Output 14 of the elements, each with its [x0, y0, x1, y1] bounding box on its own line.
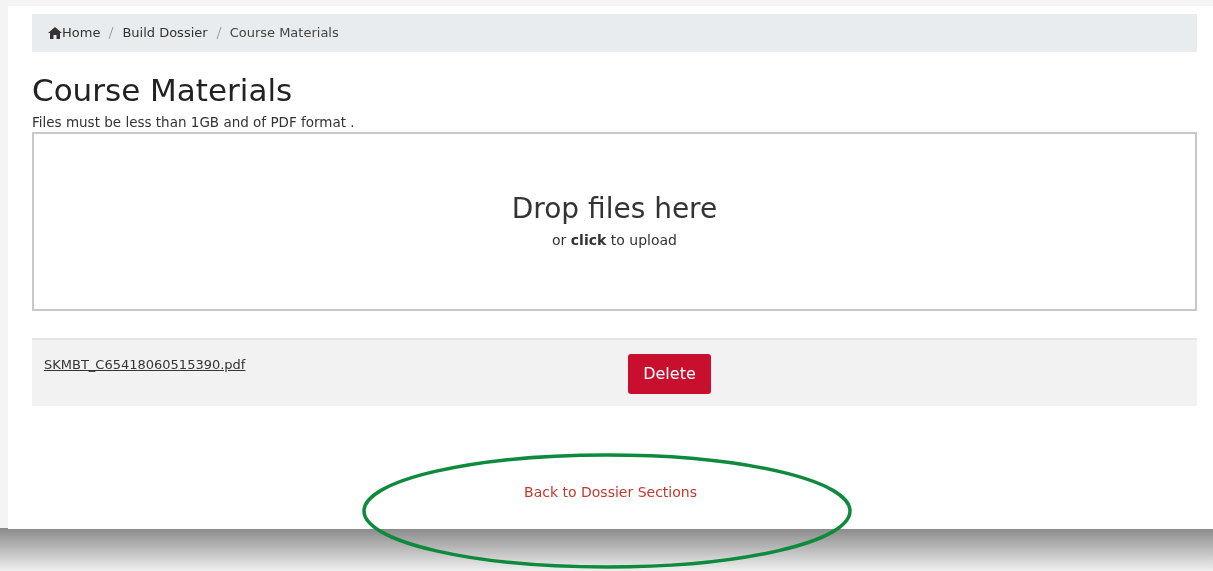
breadcrumb-link[interactable]: Build Dossier [122, 23, 208, 43]
separator-icon [108, 27, 115, 39]
page-title: Course Materials [32, 72, 293, 108]
delete-button[interactable]: Delete [628, 354, 711, 394]
drop-zone-hint: or click to upload [552, 231, 677, 250]
drop-zone-heading: Drop files here [511, 192, 718, 226]
breadcrumb-link[interactable]: Home [62, 23, 101, 43]
file-drop-zone[interactable]: Drop files here or click to upload [32, 132, 1197, 311]
back-link[interactable]: Back to Dossier Sections [524, 482, 697, 503]
separator-icon [215, 27, 222, 39]
home-icon [48, 27, 62, 39]
file-requirements-text: Files must be less than 1GB and of PDF format . [32, 113, 355, 131]
file-link[interactable]: SKMBT_C65418060515390.pdf [44, 355, 246, 375]
current-page-label: Course Materials [229, 24, 339, 43]
